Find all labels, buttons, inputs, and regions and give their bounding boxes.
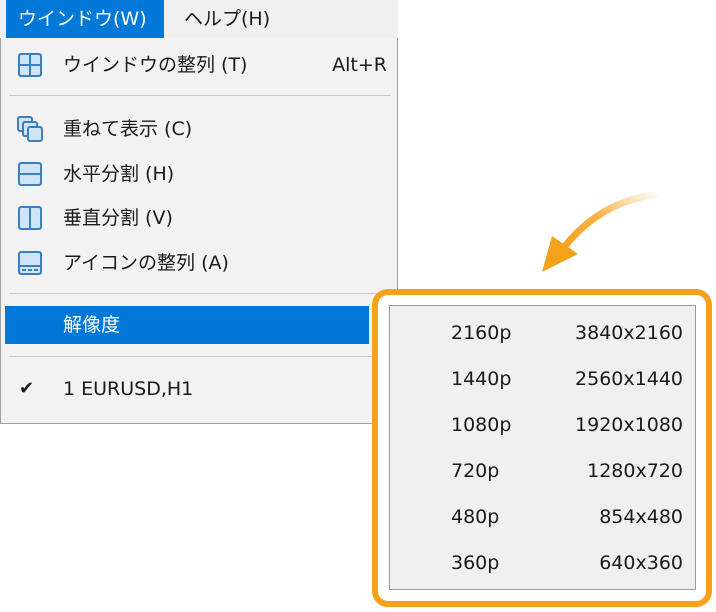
menu-item-label: アイコンの整列 (A) — [63, 252, 229, 274]
check-icon: ✔ — [19, 378, 35, 399]
arrange-icons-icon — [18, 251, 42, 275]
resolution-size: 1920x1080 — [575, 414, 683, 436]
menu-item-arrange-icons[interactable]: アイコンの整列 (A) — [5, 244, 369, 282]
resolution-name: 480p — [451, 506, 500, 528]
window-grid-icon — [18, 53, 42, 77]
menu-help[interactable]: ヘルプ(H) — [172, 0, 292, 38]
resolution-size: 2560x1440 — [575, 368, 683, 390]
menu-item-resolution[interactable]: 解像度 — [5, 306, 369, 344]
resolution-name: 720p — [451, 460, 500, 482]
menu-separator — [9, 293, 391, 294]
menu-separator — [9, 356, 391, 357]
cascade-windows-icon — [17, 116, 43, 142]
resolution-submenu: 2160p 3840x2160 1440p 2560x1440 1080p 19… — [389, 305, 696, 590]
split-horizontal-icon — [18, 162, 42, 186]
resolution-item-1080p[interactable]: 1080p 1920x1080 — [390, 409, 695, 441]
menu-item-label: 垂直分割 (V) — [63, 207, 173, 229]
menu-item-label: ウインドウの整列 (T) — [63, 54, 248, 76]
resolution-size: 640x360 — [599, 552, 683, 574]
resolution-item-1440p[interactable]: 1440p 2560x1440 — [390, 363, 695, 395]
menu-item-label: 重ねて表示 (C) — [63, 118, 193, 140]
window-dropdown-menu: ウインドウの整列 (T) Alt+R 重ねて表示 (C) 水平分割 (H) 垂直… — [0, 38, 398, 424]
menu-item-tile-horizontal[interactable]: 水平分割 (H) — [5, 155, 369, 193]
menu-item-label: 解像度 — [63, 314, 121, 336]
menu-item-shortcut: Alt+R — [332, 54, 387, 76]
resolution-name: 1440p — [451, 368, 512, 390]
menu-item-window-eurusd[interactable]: ✔ 1 EURUSD,H1 — [5, 370, 369, 408]
resolution-size: 1280x720 — [587, 460, 683, 482]
menu-item-arrange-windows[interactable]: ウインドウの整列 (T) Alt+R — [5, 46, 387, 84]
resolution-name: 360p — [451, 552, 500, 574]
resolution-item-720p[interactable]: 720p 1280x720 — [390, 455, 695, 487]
resolution-item-480p[interactable]: 480p 854x480 — [390, 501, 695, 533]
split-vertical-icon — [18, 206, 42, 230]
menu-item-tile-vertical[interactable]: 垂直分割 (V) — [5, 199, 369, 237]
menu-window[interactable]: ウインドウ(W) — [6, 0, 164, 38]
resolution-size: 3840x2160 — [575, 322, 683, 344]
menu-item-label: 水平分割 (H) — [63, 163, 175, 185]
resolution-name: 2160p — [451, 322, 512, 344]
menu-bar: ウインドウ(W) ヘルプ(H) — [0, 0, 398, 38]
resolution-item-360p[interactable]: 360p 640x360 — [390, 547, 695, 579]
menu-separator — [9, 95, 391, 96]
resolution-item-2160p[interactable]: 2160p 3840x2160 — [390, 317, 695, 349]
menu-item-cascade[interactable]: 重ねて表示 (C) — [5, 110, 369, 148]
callout-arrow-icon — [542, 190, 664, 272]
resolution-name: 1080p — [451, 414, 512, 436]
resolution-size: 854x480 — [599, 506, 683, 528]
menu-item-label: 1 EURUSD,H1 — [63, 378, 194, 400]
